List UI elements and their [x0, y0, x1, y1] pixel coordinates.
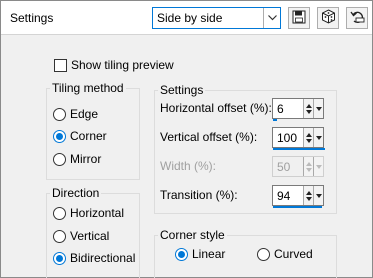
radio-vertical-label: Vertical — [70, 229, 110, 243]
dropdown-arrow-icon[interactable] — [313, 99, 323, 118]
chevron-down-icon[interactable] — [263, 8, 280, 28]
radio-corner[interactable]: Corner — [53, 129, 107, 143]
dice-icon — [321, 9, 336, 27]
radio-dot[interactable] — [53, 251, 66, 265]
spin-up-down-icon[interactable] — [303, 186, 313, 205]
transition-label: Transition (%): — [160, 188, 238, 202]
reset-button[interactable] — [346, 7, 368, 29]
horizontal-offset-value: 6 — [277, 102, 284, 116]
radio-corner-label: Corner — [70, 129, 107, 143]
radio-mirror-label: Mirror — [70, 152, 102, 166]
vertical-offset-value: 100 — [277, 131, 298, 145]
vertical-offset-slider[interactable] — [273, 148, 325, 150]
show-tiling-preview-checkbox[interactable]: Show tiling preview — [54, 58, 174, 72]
spin-up-down-icon[interactable] — [303, 157, 313, 176]
horizontal-offset-spinbox[interactable]: 6 — [272, 98, 324, 121]
preset-value: Side by side — [157, 11, 223, 25]
horizontal-offset-label: Horizontal offset (%): — [160, 101, 272, 115]
transition-value: 94 — [277, 189, 291, 203]
show-tiling-preview-label: Show tiling preview — [71, 58, 174, 72]
corner-style-title: Corner style — [158, 228, 227, 242]
radio-vertical[interactable]: Vertical — [53, 229, 109, 243]
save-icon — [292, 10, 306, 27]
preset-dropdown[interactable]: Side by side — [152, 7, 281, 29]
dropdown-arrow-icon[interactable] — [313, 157, 323, 176]
dropdown-arrow-icon[interactable] — [313, 128, 323, 147]
horizontal-offset-slider[interactable] — [273, 119, 277, 121]
spin-up-down-icon[interactable] — [303, 128, 313, 147]
header-bar: Settings Side by side — [1, 1, 372, 35]
direction-title: Direction — [50, 186, 102, 200]
settings-group-title: Settings — [158, 83, 206, 97]
radio-horizontal[interactable]: Horizontal — [53, 206, 124, 220]
save-preset-button[interactable] — [288, 7, 310, 29]
radio-curved[interactable]: Curved — [257, 247, 313, 261]
width-spinbox[interactable]: 50 — [272, 156, 324, 177]
radio-dot[interactable] — [175, 247, 188, 261]
radio-bidirectional[interactable]: Bidirectional — [53, 251, 135, 265]
radio-linear[interactable]: Linear — [175, 247, 225, 261]
settings-title: Settings — [10, 11, 54, 25]
radio-dot[interactable] — [53, 152, 66, 166]
checkbox-box[interactable] — [54, 58, 67, 72]
vertical-offset-spinbox[interactable]: 100 — [272, 127, 325, 150]
tiling-dialog: Settings Side by side Show tiling previe… — [0, 0, 373, 278]
spin-up-down-icon[interactable] — [303, 99, 313, 118]
radio-dot[interactable] — [53, 206, 66, 220]
vertical-offset-label: Vertical offset (%): — [160, 130, 258, 144]
radio-edge-label: Edge — [70, 107, 99, 121]
reset-icon — [349, 10, 365, 27]
transition-spinbox[interactable]: 94 — [272, 185, 324, 208]
radio-dot[interactable] — [53, 229, 66, 243]
radio-edge[interactable]: Edge — [53, 107, 98, 121]
radio-linear-label: Linear — [192, 247, 226, 261]
radio-horizontal-label: Horizontal — [70, 206, 125, 220]
radio-curved-label: Curved — [274, 247, 313, 261]
randomize-button[interactable] — [317, 7, 339, 29]
radio-dot[interactable] — [53, 107, 66, 121]
width-label: Width (%): — [160, 159, 217, 173]
radio-bidirectional-label: Bidirectional — [70, 251, 136, 265]
radio-dot[interactable] — [53, 129, 66, 143]
radio-mirror[interactable]: Mirror — [53, 152, 101, 166]
dropdown-arrow-icon[interactable] — [313, 186, 323, 205]
width-value: 50 — [277, 160, 291, 174]
tiling-method-title: Tiling method — [50, 81, 126, 95]
transition-slider[interactable] — [273, 206, 322, 208]
radio-dot[interactable] — [257, 247, 270, 261]
